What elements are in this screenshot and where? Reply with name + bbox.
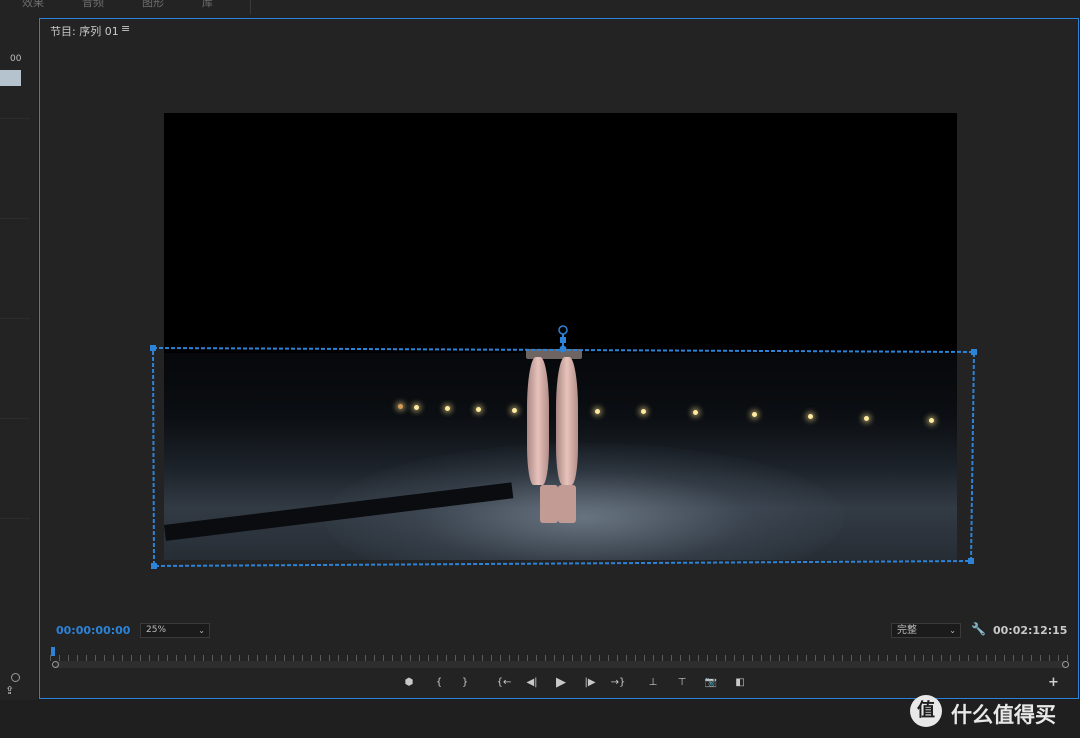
comparison-view-button[interactable]: ◧ bbox=[730, 675, 750, 691]
source-clip-bar[interactable] bbox=[0, 70, 21, 86]
tab-effects[interactable]: 效果 bbox=[22, 0, 44, 10]
monitor-status-row: 00:00:00:00 25% ⌄ 完整 ⌄ 🔧 00:02:12:15 bbox=[40, 622, 1080, 643]
left-shoe bbox=[540, 485, 558, 523]
light-dot bbox=[864, 416, 869, 421]
step-back-button[interactable]: ◀| bbox=[522, 675, 542, 691]
light-dot bbox=[752, 412, 757, 417]
top-tab-bar: 效果 音频 图形 库 bbox=[0, 0, 1080, 18]
zoom-knob[interactable] bbox=[11, 673, 20, 682]
right-shoe bbox=[558, 485, 576, 523]
light-dot bbox=[398, 404, 403, 409]
light-dot bbox=[595, 409, 600, 414]
divider bbox=[0, 218, 30, 219]
mark-out-button[interactable]: } bbox=[455, 675, 475, 691]
playhead[interactable] bbox=[51, 647, 55, 656]
lift-button[interactable]: ⊥ bbox=[643, 675, 663, 691]
export-frame-button[interactable]: 📷 bbox=[701, 675, 721, 691]
light-dot bbox=[476, 407, 481, 412]
panel-title[interactable]: 节目: 序列 01 bbox=[50, 23, 119, 39]
chevron-down-icon: ⌄ bbox=[198, 626, 205, 635]
wrench-icon[interactable]: 🔧 bbox=[971, 622, 986, 636]
go-to-out-button[interactable]: →} bbox=[608, 675, 628, 691]
light-dot bbox=[641, 409, 646, 414]
play-button[interactable]: ▶ bbox=[551, 675, 571, 691]
right-leg bbox=[556, 357, 578, 485]
watermark-text: 什么值得买 bbox=[951, 703, 1056, 727]
light-dot bbox=[808, 414, 813, 419]
zoom-level-select[interactable]: 25% ⌄ bbox=[140, 623, 210, 638]
zoom-value: 25% bbox=[146, 625, 167, 635]
add-marker-button[interactable]: ⬢ bbox=[399, 675, 419, 691]
mini-timeline[interactable] bbox=[50, 647, 1070, 668]
extract-button[interactable]: ⊤ bbox=[672, 675, 692, 691]
chevron-down-icon: ⌄ bbox=[949, 626, 956, 635]
zoom-handle-left[interactable] bbox=[52, 661, 59, 668]
tab-graphics[interactable]: 图形 bbox=[142, 0, 164, 10]
light-dot bbox=[445, 406, 450, 411]
source-panel: 00 ⇪ bbox=[0, 18, 39, 700]
quality-value: 完整 bbox=[897, 625, 917, 636]
step-forward-button[interactable]: |▶ bbox=[580, 675, 600, 691]
tab-divider bbox=[250, 0, 251, 14]
divider bbox=[0, 318, 30, 319]
duration-timecode: 00:02:12:15 bbox=[993, 624, 1068, 637]
divider bbox=[0, 518, 30, 519]
tab-libraries[interactable]: 库 bbox=[202, 0, 213, 10]
hamburger-icon[interactable]: ≡ bbox=[121, 22, 130, 35]
playback-resolution-select[interactable]: 完整 ⌄ bbox=[891, 623, 961, 638]
light-dot bbox=[414, 405, 419, 410]
zoom-scroll-bar[interactable] bbox=[55, 661, 1065, 668]
zoom-handle-right[interactable] bbox=[1062, 661, 1069, 668]
divider bbox=[0, 118, 30, 119]
button-editor-add[interactable]: + bbox=[1048, 675, 1059, 690]
go-to-in-button[interactable]: {← bbox=[494, 675, 514, 691]
mark-in-button[interactable]: { bbox=[429, 675, 449, 691]
light-dot bbox=[512, 408, 517, 413]
light-dot bbox=[693, 410, 698, 415]
left-leg bbox=[527, 357, 549, 485]
smzdm-logo-icon: 值 bbox=[910, 695, 942, 727]
current-timecode[interactable]: 00:00:00:00 bbox=[56, 624, 130, 637]
transport-controls: ⬢ { } {← ◀| ▶ |▶ →} ⊥ ⊤ 📷 ◧ + bbox=[40, 675, 1080, 691]
program-monitor: 节目: 序列 01 ≡ 00:00:00:00 25% ⌄ 完整 ⌄ 🔧 00:… bbox=[39, 18, 1079, 699]
light-dot bbox=[929, 418, 934, 423]
tab-audio[interactable]: 音频 bbox=[82, 0, 104, 10]
divider bbox=[0, 418, 30, 419]
source-timecode: 00 bbox=[10, 54, 22, 64]
video-frame[interactable] bbox=[164, 113, 957, 560]
export-icon[interactable]: ⇪ bbox=[5, 684, 14, 697]
